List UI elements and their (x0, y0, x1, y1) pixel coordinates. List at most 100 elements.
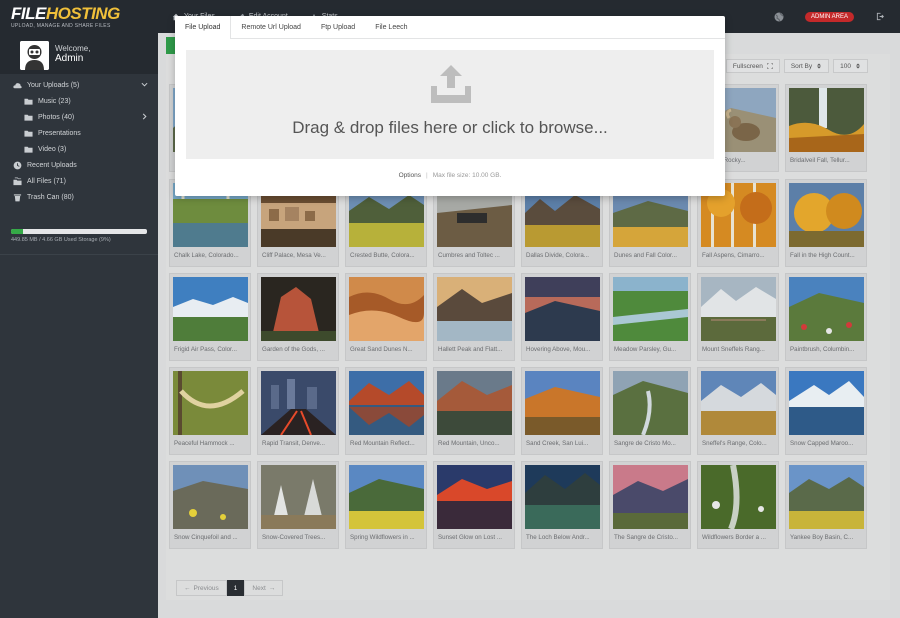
file-thumbnail[interactable] (789, 88, 864, 152)
avatar[interactable] (20, 41, 49, 70)
tab-file-upload[interactable]: File Upload (175, 16, 232, 39)
file-name: Hovering Above, Mou... (526, 346, 591, 353)
file-tile[interactable]: Bridalveil Fall, Tellur... (785, 84, 867, 172)
fullscreen-button[interactable]: Fullscreen (725, 59, 780, 73)
file-thumbnail[interactable] (261, 371, 336, 435)
file-name: Wildflowers Border a ... (702, 534, 766, 541)
previous-page-button[interactable]: ← Previous (176, 580, 227, 596)
file-thumbnail[interactable] (789, 277, 864, 341)
file-tile[interactable]: Sunset Glow on Lost ... (433, 461, 515, 549)
file-tile[interactable]: Garden of the Gods, ... (257, 273, 339, 361)
file-name: Sunset Glow on Lost ... (438, 534, 502, 541)
file-tile[interactable]: Frigid Air Pass, Color... (169, 273, 251, 361)
logo[interactable]: FILEHOSTING UPLOAD, MANAGE AND SHARE FIL… (11, 5, 151, 31)
file-name: Red Mountain, Unco... (438, 440, 500, 447)
file-thumbnail[interactable] (261, 277, 336, 341)
sidebar-item-photos[interactable]: Photos (40) (0, 109, 158, 125)
file-thumbnail[interactable] (613, 371, 688, 435)
file-tile[interactable]: Meadow Parsley, Gu... (609, 273, 691, 361)
file-thumbnail[interactable] (261, 465, 336, 529)
thumbnail-image (173, 277, 248, 341)
logout-icon[interactable] (876, 12, 885, 21)
tab-file-leech[interactable]: File Leech (365, 16, 417, 39)
globe-icon[interactable] (774, 12, 784, 22)
file-tile[interactable]: Red Mountain Reflect... (345, 367, 427, 455)
chevron-down-icon[interactable] (141, 81, 148, 88)
file-name: Crested Butte, Colora... (350, 252, 415, 259)
file-tile[interactable]: Peaceful Hammock ... (169, 367, 251, 455)
sidebar-item-video[interactable]: Video (3) (0, 141, 158, 157)
file-tile[interactable]: Red Mountain, Unco... (433, 367, 515, 455)
thumbnail-image (261, 277, 336, 341)
file-tile[interactable]: Rapid Transit, Denve... (257, 367, 339, 455)
thumbnail-image (437, 465, 512, 529)
thumbnail-image (789, 277, 864, 341)
welcome-panel: Welcome, Admin (0, 33, 158, 74)
file-tile[interactable]: Mount Sneffels Rang... (697, 273, 779, 361)
sidebar-item-trash-can[interactable]: Trash Can (80) (0, 189, 158, 205)
file-thumbnail[interactable] (349, 277, 424, 341)
file-thumbnail[interactable] (349, 465, 424, 529)
file-name: Bridalveil Fall, Tellur... (790, 157, 850, 164)
file-thumbnail[interactable] (349, 371, 424, 435)
file-name: Hallett Peak and Flatt... (438, 346, 503, 353)
logo-secondary: HOSTING (45, 4, 120, 23)
file-tile[interactable]: Paintbrush, Columbin... (785, 273, 867, 361)
per-page-dropdown[interactable]: 100 (833, 59, 868, 73)
sidebar-item-presentations[interactable]: Presentations (0, 125, 158, 141)
file-thumbnail[interactable] (173, 371, 248, 435)
file-tile[interactable]: The Loch Below Andr... (521, 461, 603, 549)
file-thumbnail[interactable] (437, 277, 512, 341)
tab-remote-url-upload[interactable]: Remote Url Upload (231, 16, 311, 39)
file-thumbnail[interactable] (789, 183, 864, 247)
file-thumbnail[interactable] (173, 277, 248, 341)
user-avatar-icon (20, 41, 49, 70)
file-name: Cliff Palace, Mesa Ve... (262, 252, 326, 259)
file-thumbnail[interactable] (525, 465, 600, 529)
file-tile[interactable]: Fall in the High Count... (785, 179, 867, 267)
sort-by-dropdown[interactable]: Sort By (783, 59, 830, 73)
file-thumbnail[interactable] (525, 277, 600, 341)
file-tile[interactable]: Wildflowers Border a ... (697, 461, 779, 549)
file-thumbnail[interactable] (789, 465, 864, 529)
dropzone[interactable]: Drag & drop files here or click to brows… (186, 50, 714, 159)
file-tile[interactable]: Snow Cinquefoil and ... (169, 461, 251, 549)
file-thumbnail[interactable] (701, 465, 776, 529)
max-file-size: Max file size: 10.00 GB. (432, 172, 502, 179)
file-tile[interactable]: Spring Wildflowers in ... (345, 461, 427, 549)
file-thumbnail[interactable] (701, 371, 776, 435)
options-link[interactable]: Options (399, 172, 421, 179)
file-tile[interactable]: Sneffel's Range, Colo... (697, 367, 779, 455)
file-thumbnail[interactable] (173, 465, 248, 529)
tab-ftp-upload[interactable]: Ftp Upload (311, 16, 365, 39)
file-thumbnail[interactable] (437, 465, 512, 529)
page-number-current[interactable]: 1 (226, 580, 245, 596)
file-thumbnail[interactable] (613, 277, 688, 341)
file-thumbnail[interactable] (701, 277, 776, 341)
sidebar-item-recent-uploads[interactable]: Recent Uploads (0, 157, 158, 173)
sidebar-item-your-uploads[interactable]: Your Uploads (5) (0, 77, 158, 93)
file-tile[interactable]: Snow-Covered Trees... (257, 461, 339, 549)
file-tile[interactable]: The Sangre de Cristo... (609, 461, 691, 549)
file-thumbnail[interactable] (525, 371, 600, 435)
file-tile[interactable]: Hallett Peak and Flatt... (433, 273, 515, 361)
file-name: Cumbres and Toltec ... (438, 252, 500, 259)
thumbnail-image (701, 465, 776, 529)
file-thumbnail[interactable] (613, 465, 688, 529)
next-page-button[interactable]: Next → (244, 580, 284, 596)
username: Admin (55, 53, 84, 64)
sidebar-item-all-files[interactable]: All Files (71) (0, 173, 158, 189)
file-tile[interactable]: Sand Creek, San Lui... (521, 367, 603, 455)
file-tile[interactable]: Hovering Above, Mou... (521, 273, 603, 361)
thumbnail-image (173, 371, 248, 435)
file-tile[interactable]: Sangre de Cristo Mo... (609, 367, 691, 455)
file-tile[interactable]: Yankee Boy Basin, C... (785, 461, 867, 549)
file-tile[interactable]: Great Sand Dunes N... (345, 273, 427, 361)
chevron-right-icon[interactable] (141, 113, 148, 120)
admin-area-badge[interactable]: ADMIN AREA (804, 12, 854, 22)
file-thumbnail[interactable] (437, 371, 512, 435)
per-page-caret-icon (856, 63, 860, 69)
sidebar-item-music[interactable]: Music (23) (0, 93, 158, 109)
file-thumbnail[interactable] (789, 371, 864, 435)
file-tile[interactable]: Snow Capped Maroo... (785, 367, 867, 455)
